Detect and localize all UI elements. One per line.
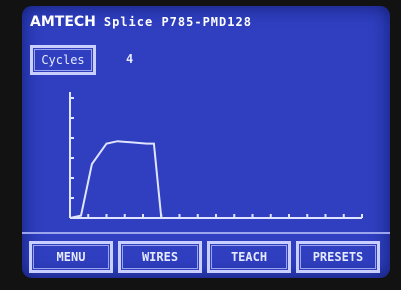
brand-logo: AMTECH xyxy=(30,14,96,30)
bottom-nav: MENU WIRES TEACH PRESETS xyxy=(22,232,390,278)
weld-graph xyxy=(69,92,363,219)
axis-ticks xyxy=(70,97,363,218)
menu-button[interactable]: MENU xyxy=(29,241,113,273)
model-name: Splice P785-PMD128 xyxy=(103,15,252,29)
lcd-screen: AMTECH Splice P785-PMD128 Cycles 4 MENU … xyxy=(22,6,390,278)
graph-trace xyxy=(69,140,362,219)
teach-button[interactable]: TEACH xyxy=(207,241,291,273)
title-bar: AMTECH Splice P785-PMD128 xyxy=(30,10,252,34)
cycles-count: 4 xyxy=(126,52,134,66)
cycles-button[interactable]: Cycles xyxy=(30,45,96,75)
wires-button[interactable]: WIRES xyxy=(118,241,202,273)
presets-button[interactable]: PRESETS xyxy=(296,241,380,273)
